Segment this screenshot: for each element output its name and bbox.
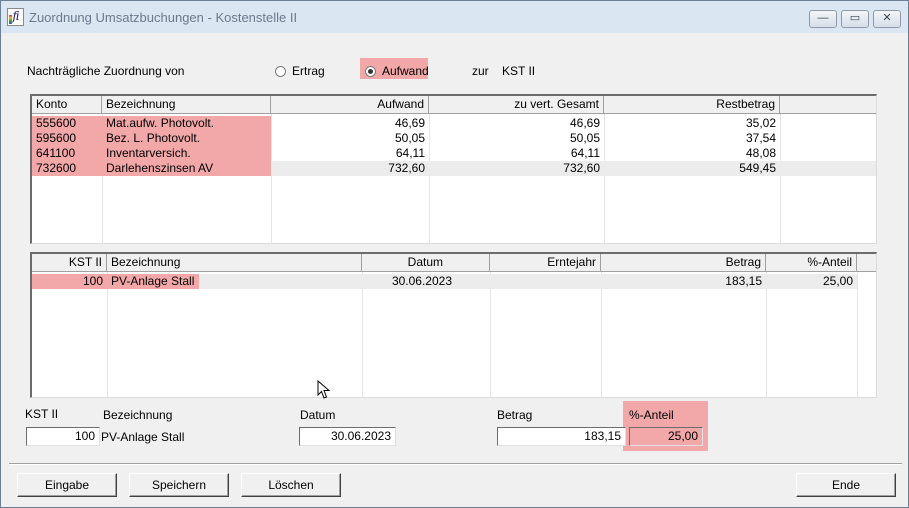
- maximize-button[interactable]: ▭: [841, 10, 869, 28]
- bezeichnung-value: PV-Anlage Stall: [101, 430, 185, 444]
- loeschen-button[interactable]: Löschen: [241, 473, 341, 497]
- kst-input[interactable]: 100: [26, 427, 100, 446]
- betrag-input[interactable]: 183,15: [497, 427, 626, 446]
- col-header-konto[interactable]: Konto: [32, 96, 102, 114]
- bezeichnung-field-label: Bezeichnung: [103, 408, 173, 422]
- datum-field-label: Datum: [300, 408, 336, 422]
- title-bar[interactable]: fi Zuordnung Umsatzbuchungen - Kostenste…: [1, 1, 908, 33]
- accounts-table[interactable]: Konto Bezeichnung Aufwand zu vert. Gesam…: [30, 94, 877, 244]
- cell-konto: 555600: [36, 116, 77, 130]
- cell-bezeichnung: PV-Anlage Stall: [111, 274, 195, 288]
- minimize-icon: —: [817, 12, 829, 24]
- zur-label: zur: [472, 64, 489, 78]
- maximize-icon: ▭: [849, 12, 861, 24]
- cell-konto: 595600: [36, 131, 77, 145]
- mouse-cursor-icon: [317, 380, 331, 399]
- datum-input[interactable]: 30.06.2023: [299, 427, 396, 446]
- col-header-betrag[interactable]: Betrag: [601, 254, 766, 272]
- app-logo-text: fi: [12, 9, 19, 23]
- cell-kst: 100: [82, 274, 103, 288]
- cell-konto: 732600: [36, 161, 77, 175]
- cell-restbetrag: 549,45: [739, 161, 776, 175]
- cell-bezeichnung: Mat.aufw. Photovolt.: [106, 116, 215, 130]
- col-header-empty: [857, 254, 876, 272]
- ertrag-radio[interactable]: [275, 66, 286, 77]
- cell-aufwand: 50,05: [394, 131, 425, 145]
- speichern-button[interactable]: Speichern: [129, 473, 229, 497]
- window-title: Zuordnung Umsatzbuchungen - Kostenstelle…: [29, 10, 298, 25]
- col-header-aufwand[interactable]: Aufwand: [271, 96, 429, 114]
- application-window: fi Zuordnung Umsatzbuchungen - Kostenste…: [0, 0, 909, 508]
- cell-betrag: 183,15: [725, 274, 762, 288]
- cell-restbetrag: 48,08: [745, 146, 776, 160]
- col-header-anteil[interactable]: %-Anteil: [766, 254, 857, 272]
- cell-bezeichnung: Inventarversich.: [106, 146, 191, 160]
- aufwand-radio[interactable]: [365, 66, 376, 77]
- cell-restbetrag: 35,02: [745, 116, 776, 130]
- col-header-restbetrag[interactable]: Restbetrag: [604, 96, 780, 114]
- cell-konto: 641100: [36, 146, 76, 160]
- kst-allocation-table[interactable]: KST II Bezeichnung Datum Erntejahr Betra…: [30, 252, 877, 398]
- close-icon: ✕: [882, 12, 892, 24]
- col-header-bezeichnung[interactable]: Bezeichnung: [102, 96, 271, 114]
- ende-button[interactable]: Ende: [796, 473, 896, 497]
- cell-zu-vert-gesamt: 732,60: [563, 161, 600, 175]
- eingabe-button[interactable]: Eingabe: [17, 473, 117, 497]
- cell-datum: 30.06.2023: [391, 274, 452, 288]
- table-splitter[interactable]: [30, 245, 877, 252]
- col-header-datum[interactable]: Datum: [362, 254, 490, 272]
- anteil-field-label: %-Anteil: [629, 408, 674, 422]
- cell-zu-vert-gesamt: 46,69: [569, 116, 600, 130]
- cell-bezeichnung: Darlehenszinsen AV: [106, 161, 214, 175]
- cell-zu-vert-gesamt: 50,05: [569, 131, 600, 145]
- cell-erntejahr: [490, 274, 601, 289]
- cell-restbetrag: 37,54: [745, 131, 776, 145]
- cell-zu-vert-gesamt: 64,11: [570, 146, 600, 160]
- betrag-field-label: Betrag: [497, 408, 533, 422]
- col-header-zu-vert-gesamt[interactable]: zu vert. Gesamt: [429, 96, 604, 114]
- col-header-erntejahr[interactable]: Erntejahr: [490, 254, 601, 272]
- assignment-label: Nachträgliche Zuordnung von: [27, 64, 185, 78]
- cell-aufwand: 732,60: [388, 161, 425, 175]
- aufwand-label[interactable]: Aufwand: [382, 64, 429, 78]
- col-header-bezeichnung[interactable]: Bezeichnung: [107, 254, 362, 272]
- kst-field-label: KST II: [25, 407, 59, 421]
- anteil-input[interactable]: 25,00: [629, 427, 703, 446]
- dialog-client-area: Nachträgliche Zuordnung von Ertrag Aufwa…: [9, 33, 902, 502]
- cell-bezeichnung: Bez. L. Photovolt.: [106, 131, 201, 145]
- ertrag-label[interactable]: Ertrag: [292, 64, 325, 78]
- col-header-empty: [780, 96, 876, 114]
- cell-anteil: 25,00: [822, 274, 853, 288]
- cell-aufwand: 64,11: [395, 146, 425, 160]
- button-separator: [9, 463, 902, 465]
- target-kst-label: KST II: [502, 64, 536, 78]
- close-button[interactable]: ✕: [873, 10, 901, 28]
- col-header-kst[interactable]: KST II: [32, 254, 107, 272]
- minimize-button[interactable]: —: [809, 10, 837, 28]
- cell-aufwand: 46,69: [394, 116, 425, 130]
- app-logo-icon: fi: [7, 8, 24, 26]
